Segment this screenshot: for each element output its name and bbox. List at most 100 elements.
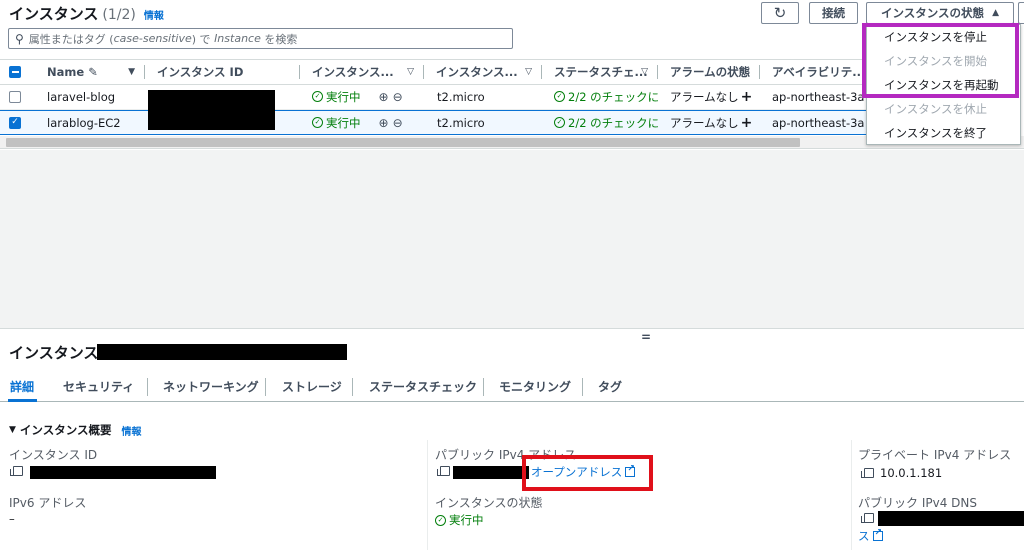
row-alarm: アラームなし + bbox=[670, 85, 752, 108]
search-icon: ⚲ bbox=[15, 31, 24, 46]
tab-divider bbox=[582, 378, 583, 396]
instance-state-detail-text: 実行中 bbox=[449, 513, 484, 527]
col-status-check[interactable]: ステータスチェ... ▽ bbox=[542, 60, 658, 84]
plus-icon[interactable]: + bbox=[741, 115, 753, 131]
copy-icon[interactable] bbox=[10, 466, 23, 476]
col-alarm[interactable]: アラームの状態 bbox=[658, 60, 760, 84]
row-state: ✓ 実行中 ⊕ ⊖ bbox=[312, 111, 403, 134]
caret-down-icon: ▼ bbox=[9, 425, 16, 435]
tab-status-check[interactable]: ステータスチェック bbox=[369, 372, 477, 400]
table-row[interactable]: laravel-blog ✓ 実行中 ⊕ ⊖ t2.micro ✓ 2/2 のチ… bbox=[0, 85, 866, 110]
sort-icon: ▽ bbox=[525, 67, 532, 77]
col-instance-id[interactable]: インスタンス ID bbox=[145, 60, 300, 84]
row-alarm-text: アラームなし bbox=[670, 115, 739, 130]
col-az-label: アベイラビリテ... bbox=[772, 65, 866, 79]
tab-divider bbox=[147, 378, 148, 396]
tab-details[interactable]: 詳細 bbox=[7, 372, 38, 402]
row-alarm-text: アラームなし bbox=[670, 89, 739, 104]
select-all-checkbox[interactable] bbox=[9, 66, 21, 78]
summary-header[interactable]: ▼ インスタンス概要 情報 bbox=[9, 422, 141, 438]
highlight-box-purple bbox=[862, 23, 1019, 98]
redacted-instance-id bbox=[30, 466, 216, 479]
zoom-in-icon[interactable]: ⊕ bbox=[379, 116, 389, 130]
plus-icon[interactable]: + bbox=[741, 89, 753, 105]
col-instance-type-label: インスタンス... bbox=[436, 65, 518, 79]
tab-security[interactable]: セキュリティ bbox=[63, 372, 134, 400]
row-state: ✓ 実行中 ⊕ ⊖ bbox=[312, 85, 403, 108]
row-name[interactable]: larablog-EC2 bbox=[47, 111, 121, 134]
instance-id-label: インスタンス ID bbox=[9, 448, 98, 462]
instance-state-label: インスタンスの状態 bbox=[881, 6, 985, 20]
search-input[interactable]: ⚲ 属性またはタグ (case-sensitive) で Instance を検… bbox=[8, 28, 513, 49]
tab-tags[interactable]: タグ bbox=[598, 372, 622, 400]
pencil-icon: ✎ bbox=[88, 65, 98, 79]
row-name[interactable]: laravel-blog bbox=[47, 85, 115, 108]
copy-icon[interactable] bbox=[861, 513, 874, 523]
tab-divider bbox=[352, 378, 353, 396]
row-type: t2.micro bbox=[437, 89, 485, 104]
copy-icon[interactable] bbox=[861, 468, 874, 478]
refresh-button[interactable]: ↻ bbox=[761, 2, 799, 24]
public-dns-link[interactable]: ス bbox=[858, 528, 883, 544]
info-link[interactable]: 情報 bbox=[144, 7, 164, 22]
column-divider bbox=[427, 440, 428, 550]
row-checkbox-checked[interactable]: ✓ bbox=[9, 116, 21, 129]
instance-id-value bbox=[10, 466, 23, 476]
row-checkbox[interactable] bbox=[9, 90, 21, 103]
external-link-icon bbox=[872, 528, 883, 541]
public-dns-value bbox=[861, 513, 874, 523]
drag-handle-icon[interactable]: = bbox=[641, 330, 651, 344]
col-instance-state[interactable]: インスタンス... ▽ bbox=[300, 60, 424, 84]
private-ipv4-label: プライベート IPv4 アドレス bbox=[858, 448, 1012, 462]
tab-monitoring[interactable]: モニタリング bbox=[499, 372, 571, 400]
row-select-cell: ✓ bbox=[9, 111, 21, 134]
tab-divider bbox=[483, 378, 484, 396]
instance-state-button[interactable]: インスタンスの状態 ▲ bbox=[866, 2, 1014, 24]
refresh-icon: ↻ bbox=[773, 4, 787, 22]
highlight-box-red bbox=[522, 455, 653, 491]
row-az: ap-northeast-3a bbox=[772, 115, 865, 130]
col-name[interactable]: Name ✎ ▼ bbox=[35, 60, 145, 84]
split-divider[interactable] bbox=[0, 328, 1024, 329]
col-name-label: Name bbox=[47, 65, 85, 79]
zoom-out-icon[interactable]: ⊖ bbox=[393, 116, 403, 130]
redacted-instance-id bbox=[148, 110, 275, 130]
table-row[interactable]: ✓ larablog-EC2 ✓ 実行中 ⊕ ⊖ t2.micro ✓ 2/2 … bbox=[0, 110, 866, 135]
instance-state-detail-value: ✓ 実行中 bbox=[435, 512, 484, 528]
redacted-public-ip bbox=[453, 466, 529, 479]
col-instance-type[interactable]: インスタンス... ▽ bbox=[424, 60, 542, 84]
row-status-check: ✓ 2/2 のチェックに合 bbox=[554, 85, 658, 108]
zoom-out-icon[interactable]: ⊖ bbox=[393, 90, 403, 104]
private-ipv4-value: 10.0.1.181 bbox=[861, 466, 942, 480]
public-dns-tail-text: ス bbox=[858, 529, 870, 543]
redacted-public-dns bbox=[878, 511, 1024, 526]
col-az[interactable]: アベイラビリテ... bbox=[760, 60, 866, 84]
row-alarm: アラームなし + bbox=[670, 111, 752, 134]
col-alarm-label: アラームの状態 bbox=[670, 65, 751, 79]
sort-desc-icon: ▼ bbox=[128, 67, 135, 77]
search-placeholder-suffix: を検索 bbox=[260, 32, 298, 46]
detail-tabs: 詳細 セキュリティ ネットワーキング ストレージ ステータスチェック モニタリン… bbox=[0, 372, 1024, 402]
copy-icon[interactable] bbox=[437, 466, 450, 476]
row-select-cell bbox=[9, 85, 21, 108]
row-status-check-text: 2/2 のチェックに合 bbox=[568, 115, 658, 130]
check-circle-icon: ✓ bbox=[312, 117, 323, 128]
zoom-in-icon[interactable]: ⊕ bbox=[379, 90, 389, 104]
col-instance-state-label: インスタンス... bbox=[312, 65, 394, 79]
summary-info-link[interactable]: 情報 bbox=[121, 423, 141, 438]
check-circle-icon: ✓ bbox=[435, 514, 446, 526]
row-state-text: 実行中 bbox=[326, 89, 361, 104]
sort-icon: ▽ bbox=[641, 67, 648, 77]
tab-divider bbox=[265, 378, 266, 396]
menu-item-terminate[interactable]: インスタンスを終了 bbox=[867, 121, 1020, 144]
tab-storage[interactable]: ストレージ bbox=[282, 372, 342, 400]
scrollbar-thumb[interactable] bbox=[6, 138, 800, 147]
instance-count: (1/2) bbox=[102, 7, 136, 23]
row-type: t2.micro bbox=[437, 115, 485, 130]
actions-button[interactable] bbox=[1018, 2, 1024, 24]
tab-networking[interactable]: ネットワーキング bbox=[163, 372, 259, 400]
row-az: ap-northeast-3a bbox=[772, 89, 865, 104]
connect-button[interactable]: 接続 bbox=[809, 2, 858, 24]
check-circle-icon: ✓ bbox=[554, 91, 565, 102]
search-placeholder-case: case-sensitive bbox=[113, 32, 192, 45]
